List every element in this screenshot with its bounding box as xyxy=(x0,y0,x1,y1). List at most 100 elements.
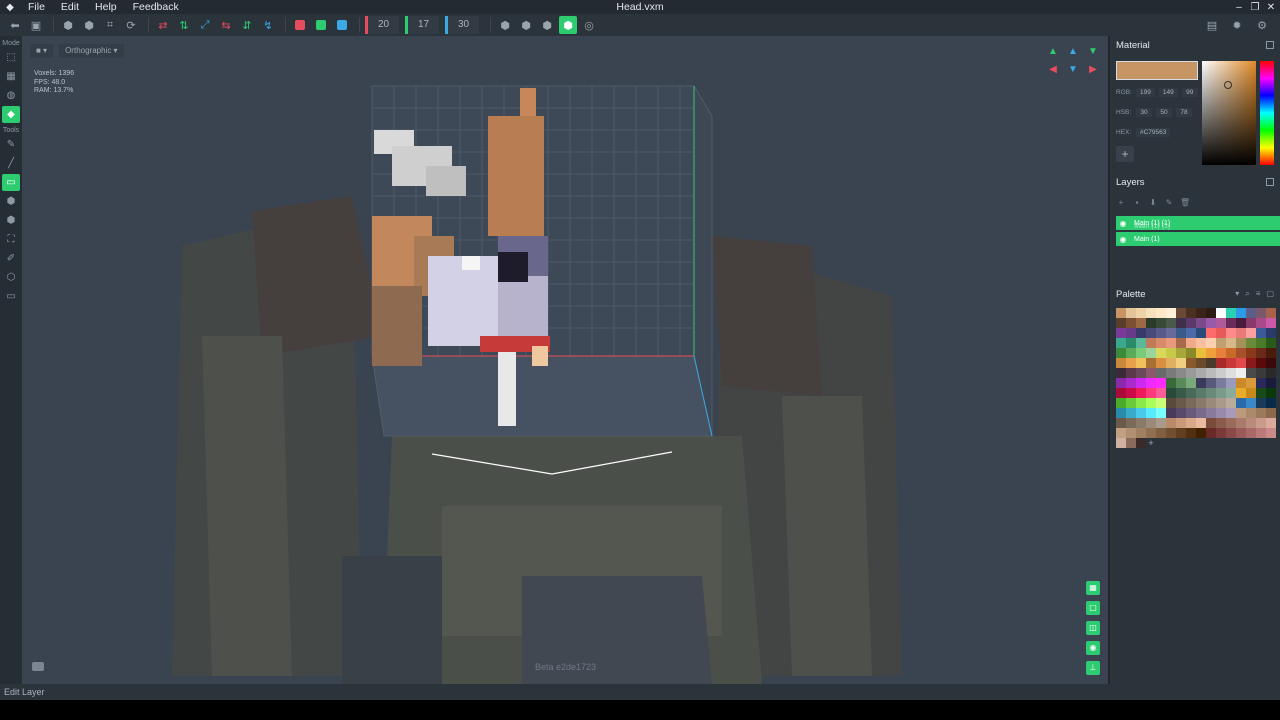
palette-swatch[interactable] xyxy=(1196,368,1206,378)
palette-swatch[interactable] xyxy=(1196,408,1206,418)
palette-swatch[interactable] xyxy=(1116,368,1126,378)
palette-swatch[interactable] xyxy=(1216,358,1226,368)
palette-swatch[interactable] xyxy=(1166,368,1176,378)
palette-swatch[interactable] xyxy=(1166,388,1176,398)
palette-swatch[interactable] xyxy=(1206,358,1216,368)
palette-swatch[interactable] xyxy=(1206,308,1216,318)
hex-field[interactable]: #C79563 xyxy=(1136,128,1171,137)
palette-swatch[interactable] xyxy=(1246,368,1256,378)
palette-swatch[interactable] xyxy=(1246,308,1256,318)
palette-swatch[interactable] xyxy=(1256,318,1266,328)
palette-swatch[interactable] xyxy=(1266,398,1276,408)
light-icon[interactable]: ✹ xyxy=(1228,16,1246,34)
palette-swatch[interactable] xyxy=(1146,338,1156,348)
palette-swatch[interactable] xyxy=(1176,348,1186,358)
palette-swatch[interactable] xyxy=(1266,418,1276,428)
palette-swatch[interactable] xyxy=(1136,348,1146,358)
palette-swatch[interactable] xyxy=(1116,308,1126,318)
palette-swatch[interactable] xyxy=(1126,388,1136,398)
palette-swatch[interactable] xyxy=(1266,428,1276,438)
palette-dropdown-icon[interactable]: ▾ xyxy=(1235,289,1239,299)
palette-swatch[interactable] xyxy=(1186,388,1196,398)
palette-swatch[interactable] xyxy=(1146,378,1156,388)
palette-swatch[interactable] xyxy=(1216,418,1226,428)
nudge-up-green-icon[interactable]: ▲ xyxy=(1046,46,1060,58)
palette-swatch[interactable] xyxy=(1126,318,1136,328)
palette-swatch[interactable] xyxy=(1246,328,1256,338)
palette-swatch[interactable] xyxy=(1156,318,1166,328)
voxel-scene[interactable] xyxy=(22,36,1108,684)
palette-swatch[interactable] xyxy=(1126,348,1136,358)
palette-swatch[interactable] xyxy=(1156,418,1166,428)
palette-swatch[interactable] xyxy=(1176,358,1186,368)
palette-swatch[interactable] xyxy=(1226,388,1236,398)
palette-swatch[interactable] xyxy=(1126,328,1136,338)
palette-swatch[interactable] xyxy=(1176,398,1186,408)
close-icon[interactable]: ✕ xyxy=(1266,2,1276,13)
palette-swatch[interactable] xyxy=(1226,398,1236,408)
palette-swatch[interactable] xyxy=(1156,398,1166,408)
palette-swatch[interactable] xyxy=(1156,338,1166,348)
palette-swatch[interactable] xyxy=(1146,308,1156,318)
palette-swatch[interactable] xyxy=(1236,418,1246,428)
palette-swatch[interactable] xyxy=(1196,398,1206,408)
paint-mode-icon[interactable]: ◍ xyxy=(2,87,20,104)
eye-toggle-icon[interactable]: ◉ xyxy=(1086,641,1100,655)
picker-tool-icon[interactable]: ✐ xyxy=(2,250,20,267)
palette-swatch[interactable] xyxy=(1246,388,1256,398)
palette-swatch[interactable] xyxy=(1206,388,1216,398)
picker-handle-icon[interactable] xyxy=(1224,81,1232,89)
palette-swatch[interactable] xyxy=(1186,368,1196,378)
palette-swatch[interactable] xyxy=(1256,408,1266,418)
minimize-icon[interactable]: – xyxy=(1234,2,1244,13)
rgb-g-field[interactable]: 149 xyxy=(1158,88,1178,97)
palette-swatch[interactable] xyxy=(1126,338,1136,348)
remove-cube-icon[interactable]: ⬢ xyxy=(80,16,98,34)
palette-swatch[interactable] xyxy=(1116,438,1126,448)
palette-swatch[interactable] xyxy=(1196,338,1206,348)
palette-swatch[interactable] xyxy=(1256,348,1266,358)
palette-swatch[interactable] xyxy=(1266,378,1276,388)
palette-swatch[interactable] xyxy=(1206,348,1216,358)
palette-swatch[interactable] xyxy=(1156,358,1166,368)
view-front-icon[interactable]: ⬢ xyxy=(496,16,514,34)
palette-swatch[interactable] xyxy=(1156,408,1166,418)
palette-swatch[interactable] xyxy=(1256,368,1266,378)
palette-swatch[interactable] xyxy=(1206,378,1216,388)
mirror-z-icon[interactable]: ⤢ xyxy=(196,16,214,34)
palette-swatch[interactable] xyxy=(1126,308,1136,318)
palette-swatch[interactable] xyxy=(1146,328,1156,338)
palette-swatch[interactable] xyxy=(1156,368,1166,378)
view-cube-dropdown[interactable]: ■ ▾ xyxy=(30,44,54,58)
palette-swatch[interactable] xyxy=(1166,398,1176,408)
palette-swatch[interactable] xyxy=(1266,318,1276,328)
line-tool-icon[interactable]: ╱ xyxy=(2,155,20,172)
palette-swatch[interactable] xyxy=(1136,388,1146,398)
palette-swatch[interactable] xyxy=(1146,368,1156,378)
palette-swatch[interactable] xyxy=(1246,428,1256,438)
menu-file[interactable]: File xyxy=(20,0,53,14)
nudge-left-red-icon[interactable]: ◀ xyxy=(1046,64,1060,76)
palette-swatch[interactable] xyxy=(1206,428,1216,438)
palette-swatch[interactable] xyxy=(1236,308,1246,318)
palette-swatch[interactable] xyxy=(1176,418,1186,428)
palette-swatch[interactable] xyxy=(1246,338,1256,348)
palette-swatch[interactable] xyxy=(1136,318,1146,328)
palette-swatch[interactable] xyxy=(1216,328,1226,338)
palette-swatch[interactable] xyxy=(1266,348,1276,358)
menu-help[interactable]: Help xyxy=(87,0,125,14)
hsb-h-field[interactable]: 30 xyxy=(1136,108,1152,117)
palette-swatch[interactable] xyxy=(1216,368,1226,378)
duplicate-layer-icon[interactable]: ▪ xyxy=(1132,198,1142,208)
palette-swatch[interactable] xyxy=(1166,428,1176,438)
palette-swatch[interactable] xyxy=(1216,428,1226,438)
material-pin-icon[interactable] xyxy=(1266,41,1274,49)
rgb-r-field[interactable]: 199 xyxy=(1136,88,1155,97)
box-tool-icon[interactable]: ⬢ xyxy=(2,193,20,210)
palette-swatch[interactable] xyxy=(1156,328,1166,338)
palette-swatch[interactable] xyxy=(1236,378,1246,388)
palette-swatch[interactable] xyxy=(1136,398,1146,408)
palette-swatch[interactable] xyxy=(1226,428,1236,438)
mirror-x-icon[interactable]: ⇄ xyxy=(154,16,172,34)
size-z-value[interactable]: 30 xyxy=(448,16,479,34)
